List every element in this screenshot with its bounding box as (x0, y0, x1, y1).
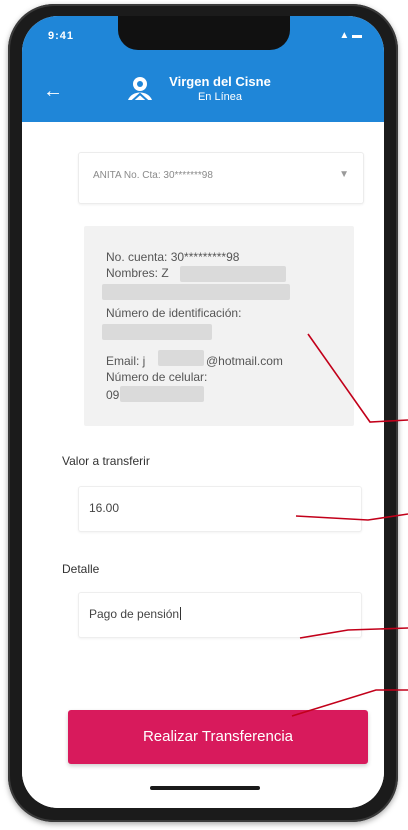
redacted-phone (120, 386, 204, 402)
chevron-down-icon: ▼ (339, 169, 349, 180)
back-button[interactable]: ← (40, 78, 66, 104)
status-time: 9:41 (48, 30, 75, 42)
amount-label: Valor a transferir (62, 454, 150, 468)
phone-frame: 9:41 ▲ ▬ ← Virgen del Cisne En Línea ANI… (8, 4, 398, 822)
status-icons: ▲ ▬ (339, 30, 362, 41)
phone-label-text: Número de celular: (106, 370, 208, 384)
text-cursor (180, 607, 182, 620)
names-text: Nombres: Z (106, 266, 169, 280)
transfer-form: ANITA No. Cta: 30*******98 ▼ No. cuenta:… (22, 122, 384, 808)
church-logo-icon (122, 72, 158, 108)
detail-value-wrap: Pago de pensión (89, 607, 182, 621)
home-indicator (150, 786, 260, 790)
detail-label: Detalle (62, 562, 100, 576)
redacted-email (158, 350, 204, 366)
email-prefix-text: Email: j (106, 354, 146, 368)
detail-input[interactable]: Pago de pensión (78, 592, 362, 638)
detail-value: Pago de pensión (89, 607, 180, 621)
account-number-text: No. cuenta: 30*********98 (106, 250, 240, 264)
account-select-value: ANITA No. Cta: 30*******98 (93, 170, 213, 181)
brand-name: Virgen del Cisne (169, 74, 271, 89)
email-suffix-text: @hotmail.com (206, 354, 283, 368)
beneficiary-info: No. cuenta: 30*********98 Nombres: Z Núm… (84, 226, 354, 426)
redacted-name-2 (102, 284, 290, 300)
amount-input[interactable]: 16.00 (78, 486, 362, 532)
brand: Virgen del Cisne En Línea (164, 74, 276, 103)
submit-transfer-button[interactable]: Realizar Transferencia (68, 710, 368, 764)
redacted-name (180, 266, 286, 282)
phone-prefix-text: 09 (106, 388, 120, 402)
amount-value: 16.00 (89, 501, 120, 515)
phone-notch (118, 16, 290, 50)
arrow-left-icon: ← (43, 80, 63, 102)
id-label-text: Número de identificación: (106, 306, 242, 320)
redacted-id (102, 324, 212, 340)
canvas: 9:41 ▲ ▬ ← Virgen del Cisne En Línea ANI… (0, 0, 408, 830)
account-select[interactable]: ANITA No. Cta: 30*******98 ▼ (78, 152, 364, 204)
phone-screen: 9:41 ▲ ▬ ← Virgen del Cisne En Línea ANI… (22, 16, 384, 808)
brand-subtitle: En Línea (197, 91, 243, 103)
app-bar: ← Virgen del Cisne En Línea (22, 60, 384, 122)
